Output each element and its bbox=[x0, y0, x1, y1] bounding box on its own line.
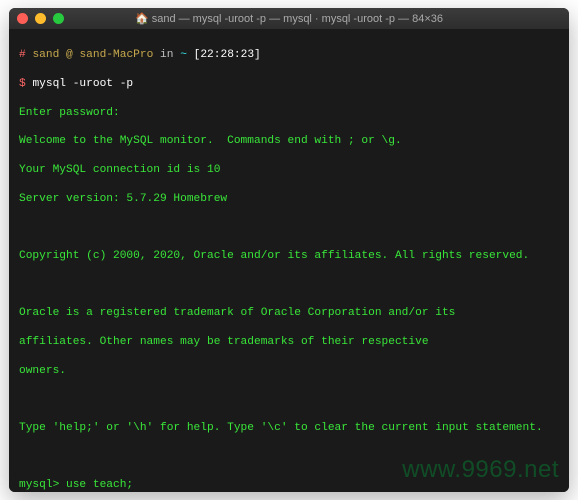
blank-line bbox=[19, 392, 559, 406]
blank-line bbox=[19, 220, 559, 234]
output-line: Welcome to the MySQL monitor. Commands e… bbox=[19, 134, 559, 148]
output-line: mysql> use teach; bbox=[19, 478, 559, 492]
prompt-hash: # bbox=[19, 49, 26, 61]
output-line: affiliates. Other names may be trademark… bbox=[19, 335, 559, 349]
traffic-lights bbox=[17, 13, 64, 24]
output-line: Your MySQL connection id is 10 bbox=[19, 163, 559, 177]
prompt-at: @ bbox=[66, 49, 73, 61]
output-line: Oracle is a registered trademark of Orac… bbox=[19, 306, 559, 320]
prompt-user: sand bbox=[32, 49, 59, 61]
prompt-dollar: $ bbox=[19, 78, 26, 90]
output-line: Type 'help;' or '\h' for help. Type '\c'… bbox=[19, 421, 559, 435]
blank-line bbox=[19, 450, 559, 464]
maximize-icon[interactable] bbox=[53, 13, 64, 24]
terminal-body[interactable]: # sand @ sand-MacPro in ~ [22:28:23] $ m… bbox=[9, 30, 569, 492]
command: mysql -uroot -p bbox=[32, 78, 133, 90]
prompt-line-1: # sand @ sand-MacPro in ~ [22:28:23] bbox=[19, 48, 559, 62]
output-line: owners. bbox=[19, 364, 559, 378]
output-line: Copyright (c) 2000, 2020, Oracle and/or … bbox=[19, 249, 559, 263]
window-title: 🏠 sand — mysql -uroot -p — mysql · mysql… bbox=[9, 12, 569, 25]
output-line: Enter password: bbox=[19, 106, 559, 120]
prompt-time: [22:28:23] bbox=[194, 49, 261, 61]
prompt-host: sand-MacPro bbox=[79, 49, 153, 61]
terminal-window: 🏠 sand — mysql -uroot -p — mysql · mysql… bbox=[9, 8, 569, 492]
blank-line bbox=[19, 278, 559, 292]
prompt-in: in bbox=[160, 49, 173, 61]
prompt-path: ~ bbox=[180, 49, 187, 61]
titlebar: 🏠 sand — mysql -uroot -p — mysql · mysql… bbox=[9, 8, 569, 30]
prompt-line-2: $ mysql -uroot -p bbox=[19, 77, 559, 91]
output-line: Server version: 5.7.29 Homebrew bbox=[19, 192, 559, 206]
minimize-icon[interactable] bbox=[35, 13, 46, 24]
close-icon[interactable] bbox=[17, 13, 28, 24]
